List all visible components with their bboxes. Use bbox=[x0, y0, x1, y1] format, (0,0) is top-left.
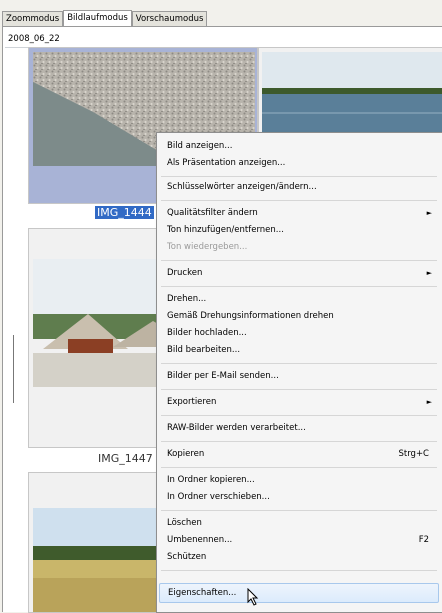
menu-item-bilder-hochladen[interactable]: Bilder hochladen... bbox=[157, 324, 441, 342]
menu-separator bbox=[161, 441, 437, 442]
folder-label: 2008_06_22 bbox=[8, 34, 60, 44]
menu-item-drehen[interactable]: Drehen... bbox=[157, 290, 441, 308]
menu-separator bbox=[161, 176, 437, 177]
menu-item-in-ordner-verschieben[interactable]: In Ordner verschieben... bbox=[157, 488, 441, 506]
tab-bildlaufmodus[interactable]: Bildlaufmodus bbox=[63, 10, 132, 26]
menu-separator bbox=[161, 286, 437, 287]
menu-item-gemaess-drehung[interactable]: Gemäß Drehungsinformationen drehen bbox=[157, 307, 441, 325]
menu-separator bbox=[161, 389, 437, 390]
menu-item-ton-wiedergeben[interactable]: Ton wiedergeben... bbox=[157, 238, 441, 256]
menu-item-loeschen[interactable]: Löschen bbox=[157, 514, 441, 532]
selected-caption: IMG_1444 bbox=[95, 206, 154, 219]
shortcut-label: F2 bbox=[418, 535, 429, 545]
menu-separator bbox=[161, 570, 437, 571]
menu-item-raw-bilder[interactable]: RAW-Bilder werden verarbeitet... bbox=[157, 419, 441, 437]
menu-item-schuetzen[interactable]: Schützen bbox=[157, 548, 441, 566]
menu-item-kopieren[interactable]: Kopieren Strg+C bbox=[157, 445, 441, 463]
menu-item-email-senden[interactable]: Bilder per E-Mail senden... bbox=[157, 367, 441, 385]
tab-vorschaumodus[interactable]: Vorschaumodus bbox=[131, 11, 208, 26]
menu-item-als-praesentation-anzeigen[interactable]: Als Präsentation anzeigen... bbox=[157, 154, 441, 172]
menu-separator bbox=[161, 200, 437, 201]
menu-separator bbox=[161, 510, 437, 511]
tab-zoommodus[interactable]: Zoommodus bbox=[2, 11, 64, 26]
scroll-guide bbox=[13, 335, 14, 403]
submenu-arrow-icon: ► bbox=[426, 209, 432, 217]
menu-item-bild-anzeigen[interactable]: Bild anzeigen... bbox=[157, 137, 441, 155]
menu-separator bbox=[161, 415, 437, 416]
shortcut-label: Strg+C bbox=[398, 449, 429, 459]
view-mode-tabs: Zoommodus Bildlaufmodus Vorschaumodus bbox=[2, 10, 208, 26]
menu-item-ton-hinzufuegen[interactable]: Ton hinzufügen/entfernen... bbox=[157, 221, 441, 239]
menu-item-qualitaetsfilter[interactable]: Qualitätsfilter ändern ► bbox=[157, 204, 441, 222]
menu-separator bbox=[161, 467, 437, 468]
submenu-arrow-icon: ► bbox=[426, 398, 432, 406]
menu-item-umbenennen[interactable]: Umbenennen... F2 bbox=[157, 531, 441, 549]
menu-item-eigenschaften[interactable]: Eigenschaften... bbox=[159, 583, 439, 603]
menu-item-schluesselwoerter[interactable]: Schlüsselwörter anzeigen/ändern... bbox=[157, 178, 441, 196]
context-menu: Bild anzeigen... Als Präsentation anzeig… bbox=[156, 132, 442, 613]
menu-separator bbox=[161, 363, 437, 364]
menu-item-exportieren[interactable]: Exportieren ► bbox=[157, 393, 441, 411]
menu-item-in-ordner-kopieren[interactable]: In Ordner kopieren... bbox=[157, 471, 441, 489]
menu-item-bild-bearbeiten[interactable]: Bild bearbeiten... bbox=[157, 341, 441, 359]
mouse-pointer-icon bbox=[247, 587, 259, 609]
submenu-arrow-icon: ► bbox=[426, 269, 432, 277]
thumbnail-caption: IMG_1444 bbox=[95, 206, 165, 219]
menu-item-drucken[interactable]: Drucken ► bbox=[157, 264, 441, 282]
menu-separator bbox=[161, 260, 437, 261]
